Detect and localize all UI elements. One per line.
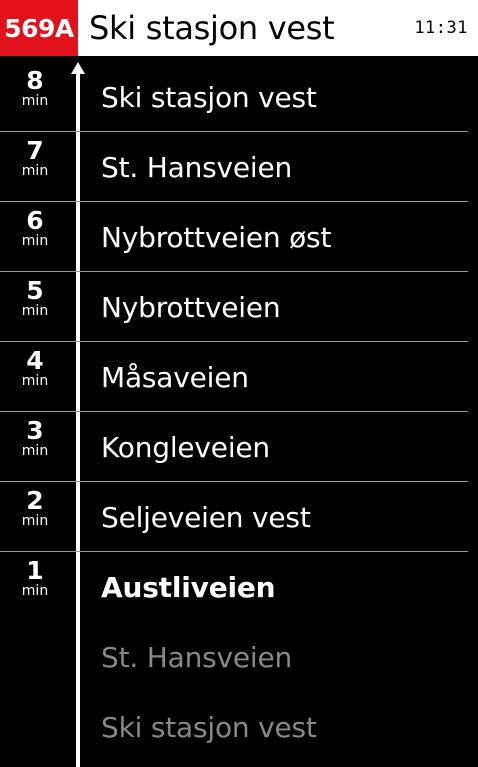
stop-name: Nybrottveien xyxy=(101,290,281,324)
stop-minutes: 4 min xyxy=(0,348,70,388)
minutes-value: 4 xyxy=(26,346,44,375)
stop-minutes: 1 min xyxy=(0,558,70,598)
stop-name: Kongleveien xyxy=(101,430,270,464)
stop-row: 5 min Nybrottveien xyxy=(0,272,478,342)
clock: 11:31 xyxy=(414,18,468,38)
passed-stop-row: Ski stasjon vest xyxy=(0,692,478,762)
minutes-value: 1 xyxy=(26,556,44,585)
stop-row: 3 min Kongleveien xyxy=(0,412,478,482)
minutes-value: 8 xyxy=(26,66,44,95)
stop-row: 4 min Måsaveien xyxy=(0,342,478,412)
current-stop-name: Austliveien xyxy=(101,570,276,604)
minutes-value: 3 xyxy=(26,416,44,445)
minutes-unit: min xyxy=(21,163,49,179)
minutes-unit: min xyxy=(21,513,49,529)
stop-timeline: 8 min Ski stasjon vest 7 min St. Hansvei… xyxy=(0,56,478,767)
minutes-value: 2 xyxy=(26,486,44,515)
minutes-value: 6 xyxy=(26,206,44,235)
stop-minutes: 2 min xyxy=(0,488,70,528)
stop-minutes: 8 min xyxy=(0,68,70,108)
minutes-unit: min xyxy=(21,373,49,389)
stop-minutes: 5 min xyxy=(0,278,70,318)
minutes-value: 5 xyxy=(26,276,44,305)
minutes-unit: min xyxy=(21,93,49,109)
route-badge: 569A xyxy=(0,0,78,56)
minutes-unit: min xyxy=(21,443,49,459)
header-bar: 569A Ski stasjon vest 11:31 xyxy=(0,0,478,56)
stop-minutes: 6 min xyxy=(0,208,70,248)
stop-row: 8 min Ski stasjon vest xyxy=(0,62,478,132)
stop-row: 2 min Seljeveien vest xyxy=(0,482,478,552)
passed-stop-row: St. Hansveien xyxy=(0,622,478,692)
stop-name: Måsaveien xyxy=(101,360,249,394)
stop-row-current: 1 min Austliveien xyxy=(0,552,478,622)
stop-name: Ski stasjon vest xyxy=(101,80,317,114)
stop-minutes: 7 min xyxy=(0,138,70,178)
minutes-unit: min xyxy=(21,233,49,249)
stop-minutes: 3 min xyxy=(0,418,70,458)
passed-stop-name: Ski stasjon vest xyxy=(101,710,317,744)
minutes-unit: min xyxy=(21,303,49,319)
stop-name: Nybrottveien øst xyxy=(101,220,332,254)
stop-name: Seljeveien vest xyxy=(101,500,311,534)
minutes-value: 7 xyxy=(26,136,44,165)
destination-title: Ski stasjon vest xyxy=(89,9,335,47)
stop-row: 6 min Nybrottveien øst xyxy=(0,202,478,272)
stop-row: 7 min St. Hansveien xyxy=(0,132,478,202)
minutes-unit: min xyxy=(21,583,49,599)
stop-name: St. Hansveien xyxy=(101,150,293,184)
passed-stop-name: St. Hansveien xyxy=(101,640,293,674)
